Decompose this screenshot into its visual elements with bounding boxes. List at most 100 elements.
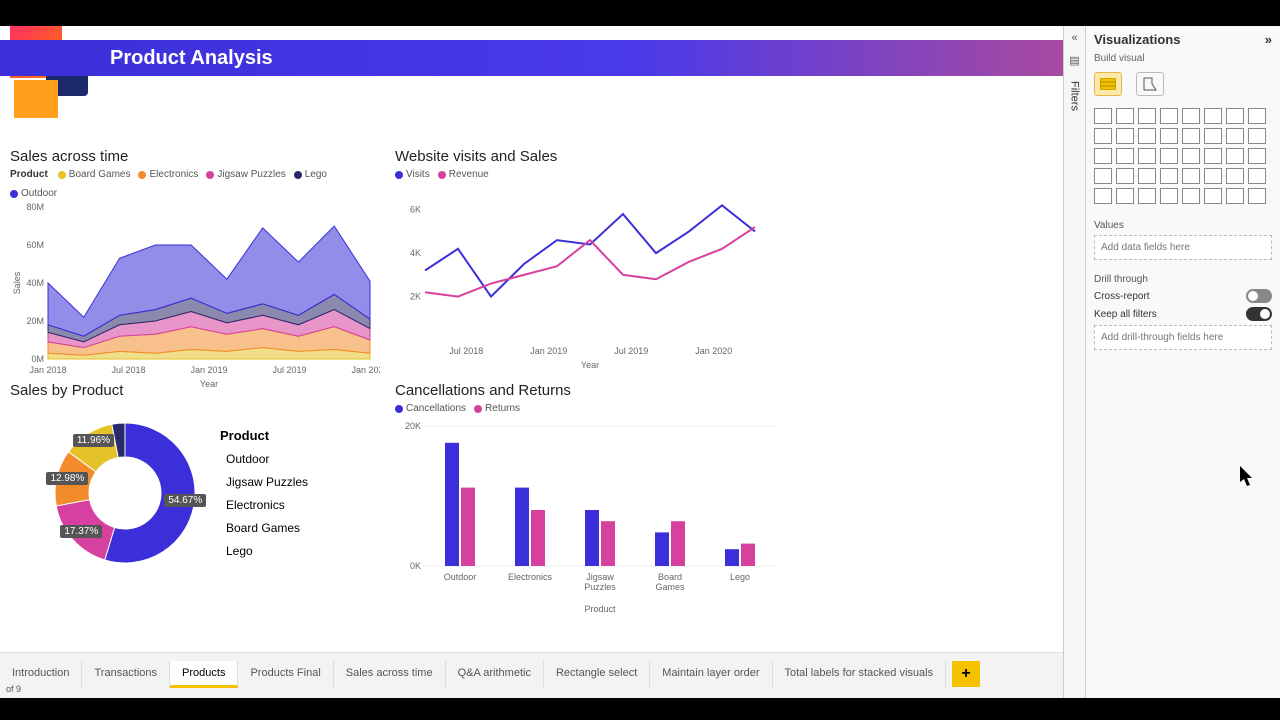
visual-type-icon[interactable]: [1204, 108, 1222, 124]
svg-text:Jul 2019: Jul 2019: [614, 346, 648, 356]
visual-type-icon[interactable]: [1138, 188, 1156, 204]
values-field-well[interactable]: Add data fields here: [1094, 235, 1272, 260]
visual-type-icon[interactable]: [1182, 128, 1200, 144]
visual-type-icon[interactable]: [1182, 188, 1200, 204]
visual-type-icon[interactable]: [1204, 168, 1222, 184]
svg-text:Jan 2019: Jan 2019: [530, 346, 567, 356]
build-visual-label: Build visual: [1086, 53, 1280, 68]
format-visual-button[interactable]: [1136, 72, 1164, 96]
page-tab[interactable]: Sales across time: [334, 661, 446, 688]
page-tab[interactable]: Products Final: [238, 661, 333, 688]
donut-slice-label: 54.67%: [164, 494, 206, 507]
tile-title: Sales across time: [10, 148, 380, 165]
page-tab[interactable]: Transactions: [82, 661, 170, 688]
svg-text:Outdoor: Outdoor: [444, 572, 477, 582]
visual-type-icon[interactable]: [1116, 188, 1134, 204]
visual-type-icon[interactable]: [1204, 148, 1222, 164]
visual-type-icon[interactable]: [1248, 188, 1266, 204]
svg-text:Jul 2018: Jul 2018: [449, 346, 483, 356]
visual-type-icon[interactable]: [1226, 108, 1244, 124]
filter-icon[interactable]: ▤: [1069, 54, 1079, 67]
tile-sales-across-time[interactable]: Sales across time Product Board Games El…: [10, 148, 380, 378]
visual-type-icon[interactable]: [1248, 148, 1266, 164]
keep-filters-label: Keep all filters: [1094, 309, 1246, 320]
visual-type-icon[interactable]: [1182, 108, 1200, 124]
svg-text:2K: 2K: [410, 292, 421, 302]
visual-type-icon[interactable]: [1160, 108, 1178, 124]
svg-text:Product: Product: [584, 604, 616, 614]
visual-type-icon[interactable]: [1182, 168, 1200, 184]
report-title: Product Analysis: [110, 47, 273, 70]
visual-type-icon[interactable]: [1160, 148, 1178, 164]
svg-text:Jigsaw: Jigsaw: [586, 572, 614, 582]
legend: Product Board Games Electronics Jigsaw P…: [10, 169, 380, 199]
build-visual-button[interactable]: [1094, 72, 1122, 96]
visual-type-icon[interactable]: [1116, 148, 1134, 164]
svg-text:Jan 2020: Jan 2020: [351, 365, 380, 375]
visual-type-icon[interactable]: [1160, 168, 1178, 184]
visual-type-icon[interactable]: [1248, 128, 1266, 144]
visual-type-gallery: [1086, 104, 1280, 214]
visual-type-icon[interactable]: [1160, 188, 1178, 204]
visual-type-icon[interactable]: [1116, 108, 1134, 124]
expand-icon[interactable]: »: [1265, 32, 1272, 47]
legend: Cancellations Returns: [395, 403, 785, 414]
visual-type-icon[interactable]: [1138, 128, 1156, 144]
svg-text:Games: Games: [655, 582, 685, 592]
keep-filters-toggle[interactable]: [1246, 307, 1272, 321]
page-tab[interactable]: Maintain layer order: [650, 661, 772, 688]
visual-type-icon[interactable]: [1116, 128, 1134, 144]
drillthrough-field-well[interactable]: Add drill-through fields here: [1094, 325, 1272, 350]
tile-cancellations[interactable]: Cancellations and Returns Cancellations …: [395, 382, 785, 622]
cross-report-toggle[interactable]: [1246, 289, 1272, 303]
visual-type-icon[interactable]: [1226, 148, 1244, 164]
page-tab[interactable]: Q&A arithmetic: [446, 661, 544, 688]
visualizations-pane: Visualizations » Build visual Values Add…: [1085, 26, 1280, 698]
visual-type-icon[interactable]: [1248, 168, 1266, 184]
drillthrough-label: Drill through: [1086, 268, 1280, 287]
visual-type-icon[interactable]: [1226, 188, 1244, 204]
visual-type-icon[interactable]: [1204, 128, 1222, 144]
page-tab[interactable]: Products: [170, 661, 238, 688]
visual-type-icon[interactable]: [1094, 108, 1112, 124]
visual-type-icon[interactable]: [1226, 168, 1244, 184]
tile-title: Sales by Product: [10, 382, 380, 399]
visual-type-icon[interactable]: [1094, 148, 1112, 164]
visual-type-icon[interactable]: [1182, 148, 1200, 164]
page-tabs: IntroductionTransactionsProductsProducts…: [0, 652, 1063, 698]
add-page-button[interactable]: +: [952, 661, 980, 687]
svg-text:6K: 6K: [410, 205, 421, 215]
report-header: Product Analysis: [0, 40, 1063, 76]
visual-type-icon[interactable]: [1116, 168, 1134, 184]
visual-type-icon[interactable]: [1094, 128, 1112, 144]
visual-type-icon[interactable]: [1160, 128, 1178, 144]
page-tab[interactable]: Total labels for stacked visuals: [773, 661, 947, 688]
donut-slice-label: 12.98%: [46, 472, 88, 485]
svg-text:0M: 0M: [31, 354, 44, 364]
svg-text:4K: 4K: [410, 248, 421, 258]
visual-type-icon[interactable]: [1138, 148, 1156, 164]
bar-chart: 0K20KOutdoorElectronicsJigsawPuzzlesBoar…: [395, 416, 785, 616]
svg-text:Board: Board: [658, 572, 682, 582]
svg-text:20M: 20M: [26, 316, 44, 326]
svg-text:80M: 80M: [26, 202, 44, 212]
visual-type-icon[interactable]: [1094, 188, 1112, 204]
page-tab[interactable]: Rectangle select: [544, 661, 650, 688]
pane-title: Visualizations: [1094, 32, 1180, 47]
visual-type-icon[interactable]: [1204, 188, 1222, 204]
report-canvas[interactable]: Product Analysis Sales across time Produ…: [0, 26, 1063, 698]
legend: Visits Revenue: [395, 169, 765, 180]
svg-text:Electronics: Electronics: [508, 572, 553, 582]
visual-type-icon[interactable]: [1094, 168, 1112, 184]
collapse-icon[interactable]: «: [1071, 32, 1077, 44]
donut-slice-label: 17.37%: [60, 525, 102, 538]
visual-type-icon[interactable]: [1138, 168, 1156, 184]
filters-pane-collapsed[interactable]: « ▤ Filters: [1063, 26, 1085, 698]
tile-sales-by-product[interactable]: Sales by Product 54.67%17.37%12.98%11.96…: [10, 382, 380, 612]
svg-text:Year: Year: [581, 360, 599, 370]
visual-type-icon[interactable]: [1248, 108, 1266, 124]
tile-visits-sales[interactable]: Website visits and Sales Visits Revenue …: [395, 148, 765, 378]
visual-type-icon[interactable]: [1138, 108, 1156, 124]
svg-text:40M: 40M: [26, 278, 44, 288]
visual-type-icon[interactable]: [1226, 128, 1244, 144]
